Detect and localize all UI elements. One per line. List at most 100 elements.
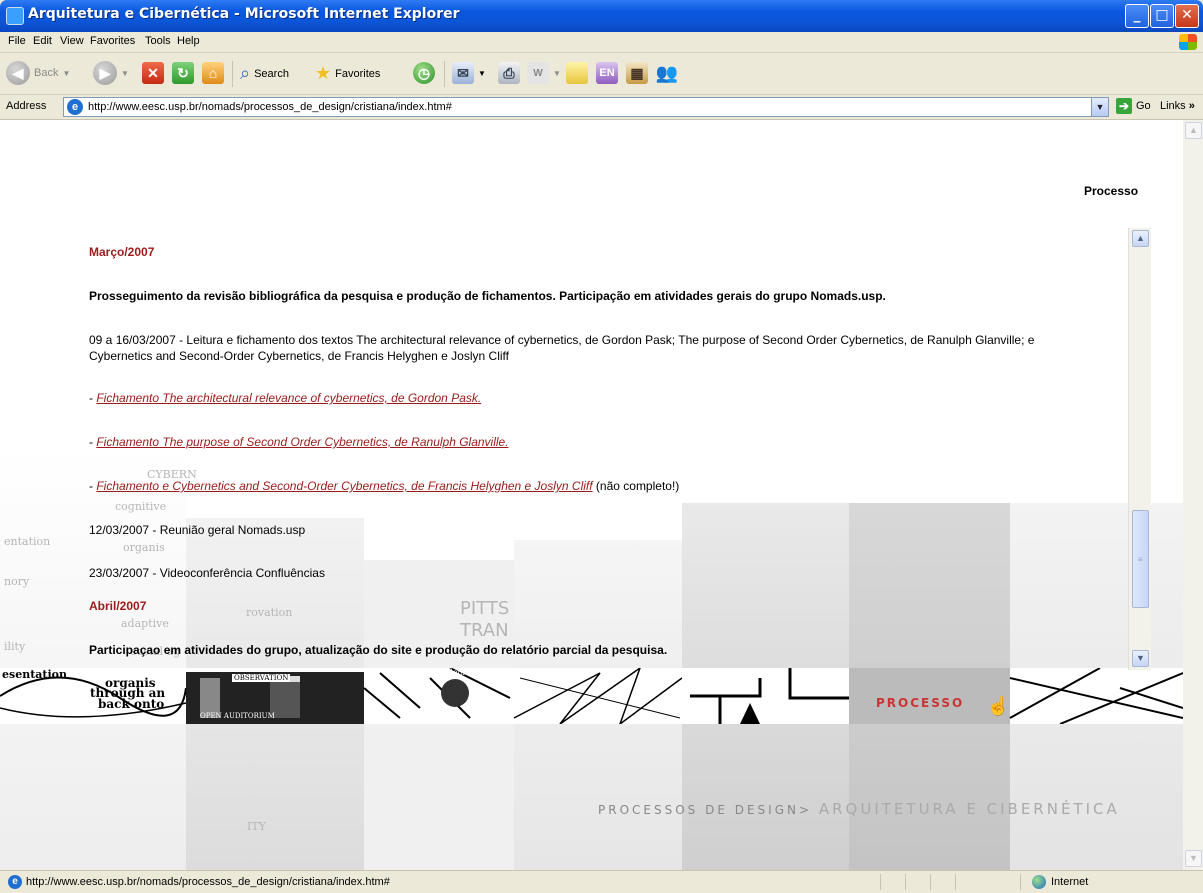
go-button[interactable]: ➔ Go	[1116, 98, 1151, 114]
edit-page-icon: W	[527, 62, 549, 84]
toolbar-separator	[444, 61, 445, 87]
links-label: Links	[1160, 100, 1186, 112]
mail-button[interactable]: ✉ ▼	[452, 62, 486, 84]
home-icon: ⌂	[202, 62, 224, 84]
april-summary: Participaçao em atividades do grupo, atu…	[89, 643, 668, 657]
minimize-button[interactable]: _	[1125, 4, 1149, 28]
windows-logo-icon	[1179, 34, 1197, 50]
refresh-button[interactable]: ↻	[172, 62, 194, 84]
menu-tools[interactable]: Tools	[145, 35, 171, 47]
menu-favorites[interactable]: Favorites	[90, 35, 135, 47]
menu-help[interactable]: Help	[177, 35, 200, 47]
back-dropdown-icon[interactable]: ▼	[62, 69, 70, 78]
hand-cursor-icon: ☝	[987, 696, 1010, 716]
security-zone[interactable]: Internet	[1032, 875, 1088, 889]
print-button[interactable]: ⎙	[498, 62, 520, 84]
fichamento-link-glanville[interactable]: Fichamento The purpose of Second Order C…	[96, 435, 508, 449]
menu-edit[interactable]: Edit	[33, 35, 52, 47]
refresh-icon: ↻	[172, 62, 194, 84]
research-button[interactable]: EN	[596, 62, 618, 84]
content-scrollbar[interactable]: ▲ ≡ ▼	[1128, 228, 1151, 670]
ie-window-icon[interactable]	[6, 7, 24, 25]
fichamento-item: - Fichamento The architectural relevance…	[89, 390, 481, 406]
collage-word: esentation	[2, 668, 67, 681]
address-input[interactable]: e http://www.eesc.usp.br/nomads/processo…	[63, 97, 1109, 117]
menu-view[interactable]: View	[60, 35, 84, 47]
mail-icon: ✉	[452, 62, 474, 84]
globe-icon	[1032, 875, 1046, 889]
stop-button[interactable]: ✕	[142, 62, 164, 84]
window-scroll-up-icon[interactable]: ▲	[1185, 122, 1202, 139]
history-button[interactable]: ◷	[413, 62, 435, 84]
favorites-label: Favorites	[335, 67, 381, 80]
site-footer-title: PROCESSOS DE DESIGN> ARQUITETURA E CIBER…	[598, 800, 1120, 818]
links-button[interactable]: Links »	[1160, 100, 1195, 112]
scrollbar-thumb[interactable]: ≡	[1132, 510, 1149, 608]
favorites-button[interactable]: ★ Favorites	[315, 63, 380, 84]
back-arrow-icon: ◀	[6, 61, 30, 85]
collage-word: nory	[4, 575, 30, 588]
incomplete-note: (não completo!)	[592, 479, 680, 493]
status-divider	[1020, 874, 1021, 890]
address-label: Address	[6, 100, 47, 112]
media-button[interactable]: ▦	[626, 62, 648, 84]
title-bar: Arquitetura e Cibernética - Microsoft In…	[0, 0, 1203, 32]
close-button[interactable]: ✕	[1175, 4, 1199, 28]
fichamento-item: - Fichamento The purpose of Second Order…	[89, 434, 509, 450]
scroll-down-icon[interactable]: ▼	[1132, 650, 1149, 667]
reading-note-line2: Cybernetics and Second-Order Cybernetics…	[89, 349, 509, 363]
edit-button[interactable]: W ▼	[527, 62, 561, 84]
messenger-button[interactable]: 👥	[656, 62, 678, 84]
messenger-icon: 👥	[655, 62, 679, 83]
fichamento-link-helyghen[interactable]: Fichamento e Cybernetics and Second-Orde…	[96, 479, 592, 493]
collage-word: entation	[4, 535, 51, 548]
mail-dropdown-icon[interactable]: ▼	[478, 69, 486, 78]
toolbar-separator	[232, 61, 233, 87]
toolbar: ◀ Back ▼ ▶ ▼ ✕ ↻ ⌂ ⌕ Search ★ Favorites …	[0, 53, 1203, 95]
zone-label: Internet	[1051, 876, 1089, 888]
status-text: http://www.eesc.usp.br/nomads/processos_…	[26, 876, 390, 888]
nav-processo[interactable]: PROCESSO	[876, 696, 964, 710]
go-label: Go	[1136, 100, 1151, 112]
forward-button[interactable]: ▶ ▼	[93, 61, 129, 85]
research-icon: EN	[596, 62, 618, 84]
window-title: Arquitetura e Cibernética - Microsoft In…	[28, 6, 460, 22]
event-meeting: 12/03/2007 - Reunião geral Nomads.usp	[89, 523, 306, 537]
forward-dropdown-icon[interactable]: ▼	[121, 69, 129, 78]
reading-note-line1: 09 a 16/03/2007 - Leitura e fichamento d…	[89, 333, 1035, 347]
month-heading-march: Março/2007	[89, 245, 155, 259]
section-title: Processo	[1084, 184, 1139, 198]
collage-word: ility	[4, 640, 26, 653]
footer-small: PROCESSOS DE DESIGN>	[598, 803, 813, 817]
maximize-button[interactable]: □	[1150, 4, 1174, 28]
discuss-button[interactable]	[566, 62, 588, 84]
chevron-right-icon: »	[1188, 100, 1195, 112]
menu-bar: File Edit View Favorites Tools Help	[0, 32, 1203, 53]
content-frame: Março/2007 Prosseguimento da revisão bib…	[89, 228, 1134, 670]
search-label: Search	[254, 67, 289, 80]
status-divider	[880, 874, 881, 890]
fichamento-link-pask[interactable]: Fichamento The architectural relevance o…	[96, 391, 481, 405]
fichamento-item: - Fichamento e Cybernetics and Second-Or…	[89, 478, 679, 494]
status-bar: e http://www.eesc.usp.br/nomads/processo…	[0, 870, 1203, 893]
ie-page-icon: e	[67, 99, 83, 115]
collage-word: ITY	[247, 820, 266, 833]
ie-page-icon: e	[8, 875, 22, 889]
address-dropdown-icon[interactable]: ▼	[1091, 98, 1108, 116]
address-url[interactable]: http://www.eesc.usp.br/nomads/processos_…	[88, 101, 452, 113]
menu-file[interactable]: File	[8, 35, 26, 47]
window-scrollbar[interactable]: ▲ ▼	[1183, 120, 1203, 870]
window-scroll-down-icon[interactable]: ▼	[1185, 850, 1202, 867]
status-divider	[905, 874, 906, 890]
home-button[interactable]: ⌂	[202, 62, 224, 84]
edit-dropdown-icon[interactable]: ▼	[553, 69, 561, 78]
back-button[interactable]: ◀ Back ▼	[6, 61, 70, 85]
collage-word: OBSERVATION	[232, 674, 291, 682]
back-label: Back	[34, 67, 59, 79]
grip-icon: ≡	[1138, 555, 1143, 564]
search-button[interactable]: ⌕ Search	[240, 63, 289, 84]
march-summary: Prosseguimento da revisão bibliográfica …	[89, 289, 886, 303]
month-heading-april: Abril/2007	[89, 599, 147, 613]
scroll-up-icon[interactable]: ▲	[1132, 230, 1149, 247]
page-viewport: entation nory ility CYBERN cognitive org…	[0, 120, 1183, 870]
